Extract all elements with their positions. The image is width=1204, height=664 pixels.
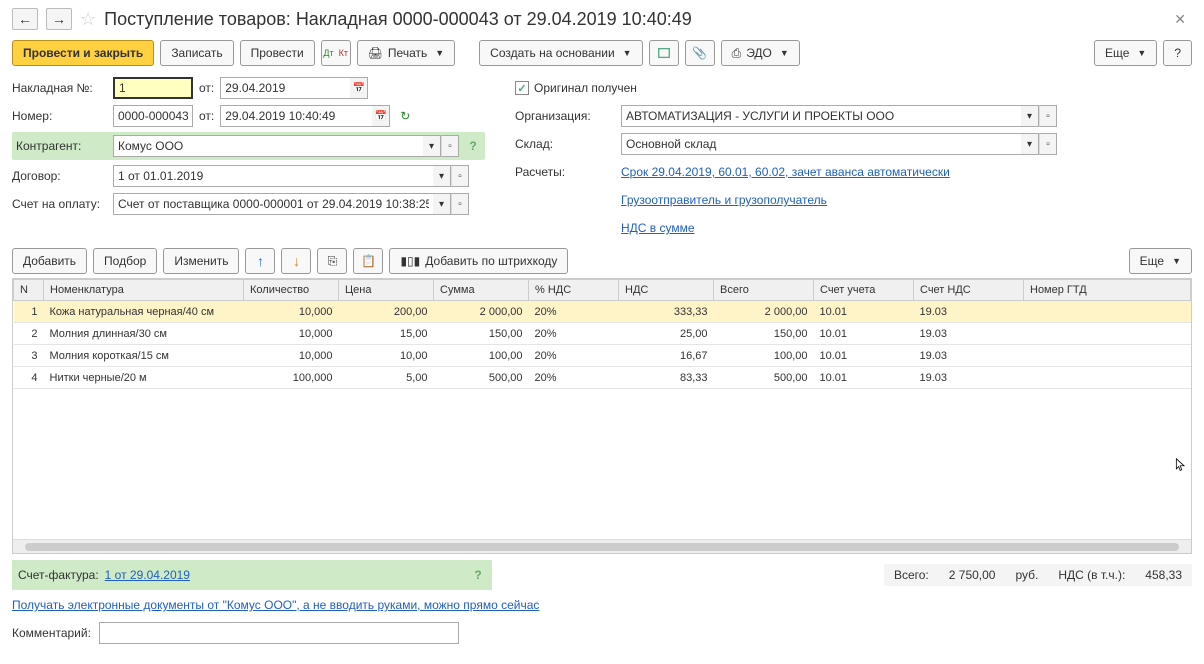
total-value: 2 750,00 [949,568,996,582]
comment-input[interactable] [99,622,459,644]
nav-forward-button[interactable]: → [46,8,72,30]
number-input[interactable] [113,105,193,127]
calendar-icon[interactable]: 📅 [372,105,390,127]
col-total[interactable]: Всего [714,280,814,301]
col-qty[interactable]: Количество [244,280,339,301]
shipper-link[interactable]: Грузоотправитель и грузополучатель [621,193,827,207]
warehouse-label: Склад: [515,137,615,151]
col-n[interactable]: N [14,280,44,301]
sf-label: Счет-фактура: [18,568,99,582]
calendar-icon[interactable]: 📅 [350,77,368,99]
save-button[interactable]: Записать [160,40,233,66]
printer-icon: 🖨 [368,46,383,60]
copy-button[interactable]: ⎘ [317,248,347,274]
total-label: Всего: [894,568,929,582]
help-icon[interactable]: ? [465,135,481,157]
contract-label: Договор: [12,169,107,183]
dropdown-icon[interactable]: ▾ [423,135,441,157]
open-icon[interactable]: ▫ [451,193,469,215]
nav-back-button[interactable]: ← [12,8,38,30]
from-label-2: от: [199,109,214,123]
open-icon[interactable]: ▫ [451,165,469,187]
paste-icon: 📋 [361,254,376,268]
org-label: Организация: [515,109,615,123]
close-icon[interactable]: ✕ [1168,9,1192,30]
help-icon[interactable]: ? [470,564,486,586]
promo-link[interactable]: Получать электронные документы от "Комус… [12,598,539,612]
table-row[interactable]: 2Молния длинная/30 см10,00015,00150,0020… [14,323,1191,345]
counterparty-input[interactable] [113,135,423,157]
invoice-date-input[interactable] [220,77,350,99]
items-table: N Номенклатура Количество Цена Сумма % Н… [13,279,1191,389]
calc-link[interactable]: Срок 29.04.2019, 60.01, 60.02, зачет ава… [621,165,950,179]
col-price[interactable]: Цена [339,280,434,301]
link-button[interactable] [649,40,679,66]
table-more-button[interactable]: Еще▼ [1129,248,1192,274]
contract-input[interactable] [113,165,433,187]
sf-link[interactable]: 1 от 29.04.2019 [105,568,190,582]
barcode-button[interactable]: ▮▯▮Добавить по штрихкоду [389,248,568,274]
vat-total-value: 458,33 [1145,568,1182,582]
dropdown-icon[interactable]: ▾ [433,165,451,187]
copy-icon: ⎘ [328,254,338,269]
page-title: Поступление товаров: Накладная 0000-0000… [104,9,692,30]
number-date-input[interactable] [220,105,372,127]
open-icon[interactable]: ▫ [1039,133,1057,155]
warehouse-input[interactable] [621,133,1021,155]
edo-button[interactable]: ⎙ЭДО▼ [721,40,800,66]
horizontal-scrollbar[interactable] [13,539,1191,553]
from-label: от: [199,81,214,95]
counterparty-label: Контрагент: [16,139,107,153]
table-empty-area [13,389,1191,539]
refresh-icon[interactable]: ↻ [400,109,410,123]
attachment-button[interactable]: 📎 [685,40,715,66]
edit-button[interactable]: Изменить [163,248,239,274]
number-label: Номер: [12,109,107,123]
vat-total-label: НДС (в т.ч.): [1058,568,1125,582]
col-nomenclature[interactable]: Номенклатура [44,280,244,301]
dropdown-icon[interactable]: ▾ [1021,105,1039,127]
col-vat[interactable]: НДС [619,280,714,301]
calc-label: Расчеты: [515,165,615,179]
col-vat-pct[interactable]: % НДС [529,280,619,301]
vat-mode-link[interactable]: НДС в сумме [621,221,695,235]
original-received-checkbox[interactable]: ✓ Оригинал получен [515,81,637,95]
print-button[interactable]: 🖨Печать▼ [357,40,455,66]
add-row-button[interactable]: Добавить [12,248,87,274]
org-input[interactable] [621,105,1021,127]
check-icon: ✓ [515,81,529,95]
stamp-icon: ⎙ [732,46,742,61]
select-button[interactable]: Подбор [93,248,157,274]
table-row[interactable]: 1Кожа натуральная черная/40 см10,000200,… [14,301,1191,323]
favorite-icon[interactable]: ☆ [80,9,96,30]
post-button[interactable]: Провести [240,40,315,66]
invoice-no-input[interactable] [113,77,193,99]
create-based-button[interactable]: Создать на основании▼ [479,40,642,66]
barcode-icon: ▮▯▮ [400,254,420,268]
bill-label: Счет на оплату: [12,197,107,211]
help-button[interactable]: ? [1163,40,1192,66]
bill-input[interactable] [113,193,433,215]
paste-button[interactable]: 📋 [353,248,383,274]
move-up-button[interactable]: ↑ [245,248,275,274]
table-row[interactable]: 4Нитки черные/20 м100,0005,00500,0020%83… [14,367,1191,389]
col-gtd[interactable]: Номер ГТД [1024,280,1191,301]
paperclip-icon: 📎 [692,46,707,60]
dt-kt-button[interactable]: ДтКт [321,40,351,66]
currency-label: руб. [1015,568,1038,582]
table-row[interactable]: 3Молния короткая/15 см10,00010,00100,002… [14,345,1191,367]
dropdown-icon[interactable]: ▾ [1021,133,1039,155]
more-button[interactable]: Еще▼ [1094,40,1157,66]
comment-label: Комментарий: [12,626,91,640]
open-icon[interactable]: ▫ [1039,105,1057,127]
col-vat-account[interactable]: Счет НДС [914,280,1024,301]
invoice-no-label: Накладная №: [12,81,107,95]
col-sum[interactable]: Сумма [434,280,529,301]
col-account[interactable]: Счет учета [814,280,914,301]
open-icon[interactable]: ▫ [441,135,459,157]
move-down-button[interactable]: ↓ [281,248,311,274]
dropdown-icon[interactable]: ▾ [433,193,451,215]
post-and-close-button[interactable]: Провести и закрыть [12,40,154,66]
